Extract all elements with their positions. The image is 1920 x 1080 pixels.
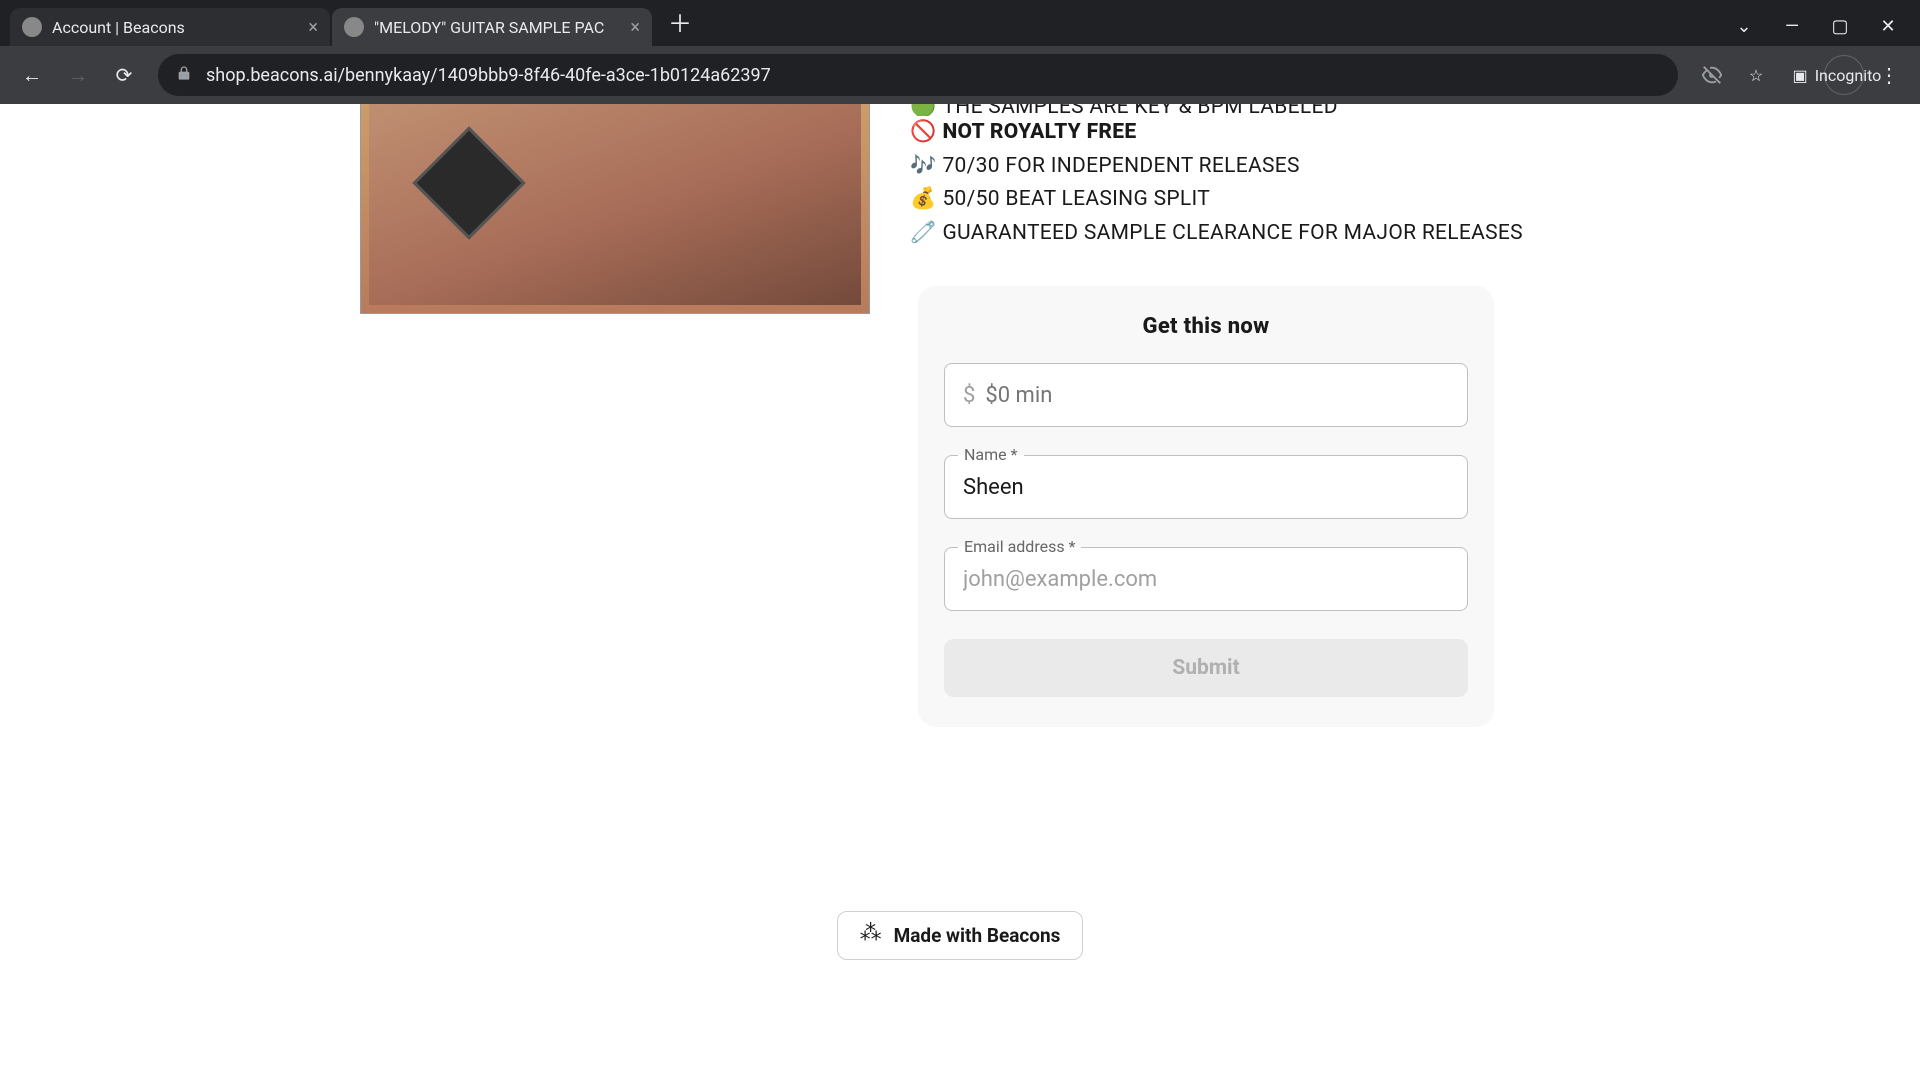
purchase-form: Get this now $ Name * Email address * [918,286,1494,727]
close-window-button[interactable]: ✕ [1864,6,1912,46]
incognito-badge[interactable]: Incognito [1824,55,1864,95]
footer-label: Made with Beacons [894,924,1061,947]
tab-title: "MELODY" GUITAR SAMPLE PAC [374,18,622,37]
name-input[interactable] [944,455,1468,519]
email-input[interactable] [944,547,1468,611]
new-tab-button[interactable]: ＋ [654,4,706,39]
beacons-icon [860,925,882,947]
maximize-button[interactable]: ▢ [1816,6,1864,46]
back-button[interactable]: ← [12,55,52,95]
reload-button[interactable]: ⟳ [104,55,144,95]
submit-button[interactable]: Submit [944,639,1468,697]
price-input[interactable] [985,383,1449,408]
minimize-button[interactable]: — [1768,6,1816,46]
list-item: 🚫NOT ROYALTY FREE [910,116,1880,150]
tab-account[interactable]: Account | Beacons × [10,8,330,46]
tab-bar: Account | Beacons × "MELODY" GUITAR SAMP… [0,0,1920,46]
list-item: 🟢THE SAMPLES ARE KEY & BPM LABELED [910,104,1880,116]
bookmark-star-icon[interactable]: ☆ [1736,55,1776,95]
chevron-down-icon[interactable]: ⌄ [1720,6,1768,46]
tab-title: Account | Beacons [52,18,300,37]
site-icon [344,17,364,37]
list-item: 🎶70/30 FOR INDEPENDENT RELEASES [910,150,1880,184]
site-icon [22,17,42,37]
product-image [360,104,870,314]
lock-icon [176,65,192,86]
close-icon[interactable]: × [308,17,318,38]
url-text: shop.beacons.ai/bennykaay/1409bbb9-8f46-… [206,65,771,86]
email-label: Email address * [958,537,1081,556]
close-icon[interactable]: × [630,17,640,38]
price-field[interactable]: $ [944,363,1468,427]
form-title: Get this now [944,314,1468,339]
tab-product[interactable]: "MELODY" GUITAR SAMPLE PAC × [332,8,652,46]
product-badge-icon [412,126,525,239]
forward-button[interactable]: → [58,55,98,95]
name-label: Name * [958,445,1024,464]
eye-off-icon[interactable] [1692,55,1732,95]
made-with-beacons-badge[interactable]: Made with Beacons [837,911,1084,960]
menu-button[interactable]: ⋮ [1868,55,1908,95]
currency-symbol: $ [963,383,975,408]
list-item: 🧷GUARANTEED SAMPLE CLEARANCE FOR MAJOR R… [910,217,1880,251]
url-bar[interactable]: shop.beacons.ai/bennykaay/1409bbb9-8f46-… [158,54,1678,96]
product-info-list: 🟢THE SAMPLES ARE KEY & BPM LABELED 🚫NOT … [910,104,1880,250]
list-item: 💰50/50 BEAT LEASING SPLIT [910,183,1880,217]
